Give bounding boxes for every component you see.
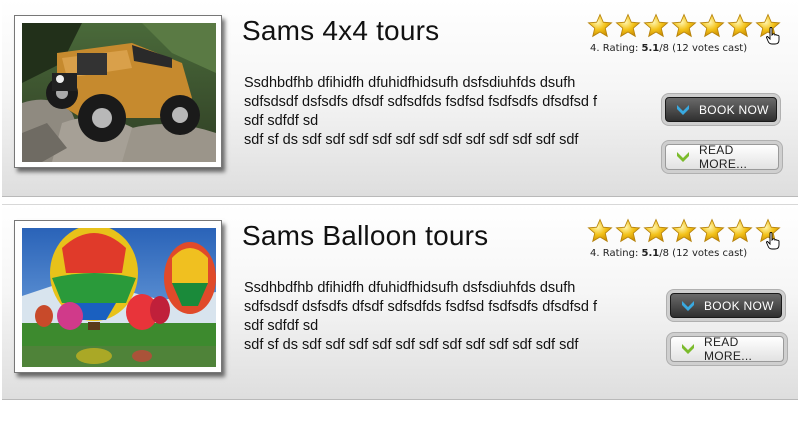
star-icon[interactable] (671, 218, 697, 244)
star-icon[interactable] (671, 13, 697, 39)
chevron-down-blue-icon (675, 102, 691, 118)
tour-card: Sams 4x4 tours Ssdhbdfhb dfihidfh dfuhid… (2, 0, 798, 197)
hand-cursor-icon (766, 27, 780, 45)
read-more-label: READ MORE... (699, 143, 748, 171)
rating-prefix: 4. Rating: (590, 43, 639, 54)
read-more-button[interactable]: READ MORE... (665, 143, 779, 171)
description-line: sdf sdfdf sd (244, 318, 319, 334)
star-rating[interactable] (587, 13, 787, 45)
description-line: sdfsdsdf dsfsdfs dfsdf sdfsdfds fsdfsd f… (244, 94, 597, 110)
description-line: Ssdhbdfhb dfihidfh dfuhidfhidsufh dsfsdi… (244, 75, 576, 91)
star-icon[interactable] (643, 13, 669, 39)
hot-air-balloons-photo-icon (22, 228, 216, 367)
star-icon[interactable] (615, 218, 641, 244)
read-more-label: READ MORE... (704, 335, 753, 363)
rating-max: /8 (659, 43, 669, 54)
star-icon[interactable] (727, 13, 753, 39)
chevron-down-green-icon (680, 341, 696, 357)
rating-summary: 4. Rating: 5.1/8 (12 votes cast) (590, 43, 747, 54)
star-icon[interactable] (699, 218, 725, 244)
rating-summary: 4. Rating: 5.1/8 (12 votes cast) (590, 248, 747, 259)
tour-title: Sams Balloon tours (242, 220, 489, 251)
description-line: sdf sdfdf sd (244, 113, 319, 129)
rating-value: 5.1 (641, 248, 660, 259)
book-now-button[interactable]: BOOK NOW (670, 293, 782, 318)
tour-description: Ssdhbdfhb dfihidfh dfuhidfhidsufh dsfsdi… (244, 279, 636, 355)
tour-card: Sams Balloon tours Ssdhbdfhb dfihidfh df… (2, 204, 798, 400)
tour-thumbnail[interactable] (14, 220, 222, 373)
rating-value: 5.1 (641, 43, 660, 54)
star-icon[interactable] (615, 13, 641, 39)
tour-thumbnail[interactable] (14, 15, 222, 168)
chevron-down-green-icon (675, 149, 691, 165)
tour-description: Ssdhbdfhb dfihidfh dfuhidfhidsufh dsfsdi… (244, 74, 636, 150)
vote-count: (12 votes cast) (672, 248, 748, 259)
hand-cursor-icon (766, 232, 780, 250)
star-icon[interactable] (699, 13, 725, 39)
tour-title: Sams 4x4 tours (242, 15, 440, 46)
jeep-photo-icon (22, 23, 216, 162)
book-now-label: BOOK NOW (704, 298, 774, 313)
chevron-down-blue-icon (680, 298, 696, 314)
read-more-button[interactable]: READ MORE... (670, 335, 784, 363)
star-icon[interactable] (587, 13, 613, 39)
description-line: sdfsdsdf dsfsdfs dfsdf sdfsdfds fsdfsd f… (244, 299, 597, 315)
description-line: sdf sf ds sdf sdf sdf sdf sdf sdf sdf sd… (244, 337, 579, 353)
book-now-button[interactable]: BOOK NOW (665, 97, 777, 122)
star-icon[interactable] (643, 218, 669, 244)
star-icon[interactable] (587, 218, 613, 244)
star-rating[interactable] (587, 218, 787, 250)
vote-count: (12 votes cast) (672, 43, 748, 54)
rating-max: /8 (659, 248, 669, 259)
rating-prefix: 4. Rating: (590, 248, 639, 259)
book-now-label: BOOK NOW (699, 102, 769, 117)
description-line: Ssdhbdfhb dfihidfh dfuhidfhidsufh dsfsdi… (244, 280, 576, 296)
description-line: sdf sf ds sdf sdf sdf sdf sdf sdf sdf sd… (244, 132, 579, 148)
star-icon[interactable] (727, 218, 753, 244)
